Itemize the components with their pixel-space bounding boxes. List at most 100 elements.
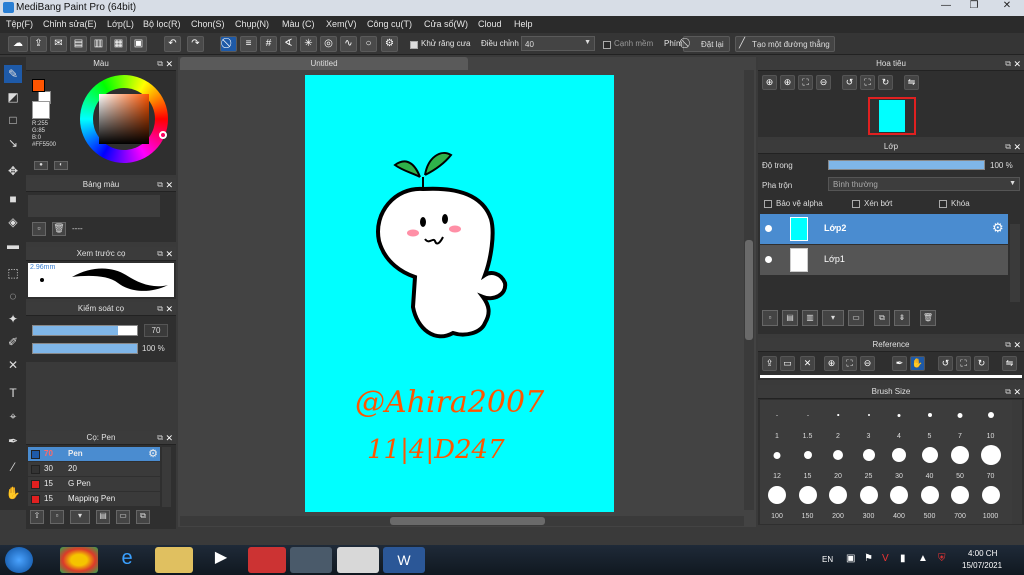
canvas-horizontal-scrollbar[interactable]: [180, 516, 744, 526]
brush-tool-icon[interactable]: ✎: [4, 65, 22, 83]
menu-file[interactable]: Tệp(F): [6, 19, 33, 29]
hand-icon[interactable]: ✋: [910, 356, 925, 371]
text-tool-icon[interactable]: T: [4, 384, 22, 402]
brush-size-value[interactable]: 70: [144, 324, 168, 337]
network-icon[interactable]: ▮: [900, 553, 906, 564]
brush-size-option[interactable]: 500: [916, 483, 944, 520]
lasso-tool-icon[interactable]: ◌: [4, 287, 22, 305]
close-icon[interactable]: ✕: [165, 247, 173, 261]
cloud-icon[interactable]: ☁: [8, 36, 28, 52]
close-icon[interactable]: ✕: [1013, 338, 1021, 352]
blur-tool-icon[interactable]: ↘: [4, 134, 22, 152]
menu-capture[interactable]: Chụp(N): [235, 19, 269, 29]
detach-icon[interactable]: ⧉: [157, 178, 163, 192]
new-halftone-layer-icon[interactable]: ▤: [782, 310, 798, 326]
flip-icon[interactable]: ⇋: [904, 75, 919, 90]
start-button[interactable]: [5, 547, 33, 573]
brush-list-item[interactable]: 70 Pen ⚙: [28, 447, 160, 461]
detach-icon[interactable]: ⧉: [1005, 338, 1011, 352]
visibility-eye-icon[interactable]: [765, 256, 772, 263]
brush-menu-icon[interactable]: ▾: [70, 510, 90, 524]
eraser-tool-icon[interactable]: ◩: [4, 88, 22, 106]
brush-folder-icon[interactable]: ▭: [116, 510, 130, 524]
detach-icon[interactable]: ⧉: [157, 431, 163, 445]
zoom-in-icon[interactable]: ⊕: [780, 75, 795, 90]
ie-taskbar-icon[interactable]: e: [108, 547, 146, 573]
divide-tool-icon[interactable]: ⌖: [4, 407, 22, 425]
new-layer-icon[interactable]: ▫: [762, 310, 778, 326]
share-icon[interactable]: ⇪: [30, 36, 47, 52]
brush-size-option[interactable]: 700: [946, 483, 974, 520]
menu-cloud[interactable]: Cloud: [478, 19, 502, 29]
zoom-out-icon[interactable]: ⊖: [816, 75, 831, 90]
shield-icon[interactable]: ⛨: [938, 553, 946, 564]
close-icon[interactable]: ✕: [165, 178, 173, 192]
import-icon[interactable]: ⇪: [762, 356, 777, 371]
color-add-icon[interactable]: ●: [34, 161, 48, 170]
close-icon[interactable]: ✕: [1013, 57, 1021, 71]
create-line-button[interactable]: ╱ Tạo một đường thẳng: [735, 36, 835, 52]
maximize-button[interactable]: ❐: [963, 0, 985, 14]
new-palette-icon[interactable]: ▫: [32, 222, 46, 236]
palette-area[interactable]: [28, 195, 160, 217]
page-icon[interactable]: ▤: [70, 36, 87, 52]
trash-icon[interactable]: 🗑: [52, 222, 66, 236]
brush-size-option[interactable]: 1: [763, 403, 791, 440]
close-icon[interactable]: ✕: [800, 356, 815, 371]
drawing-canvas[interactable]: @Ahira2007 11|4|D247: [305, 75, 614, 512]
layer-add-menu-icon[interactable]: ▾: [822, 310, 844, 326]
fit-screen-icon[interactable]: ⛶: [956, 356, 971, 371]
redo-icon[interactable]: ↷: [187, 36, 204, 52]
gradient-tool-icon[interactable]: ▬: [4, 236, 22, 254]
menu-color[interactable]: Màu (C): [282, 19, 315, 29]
clock-date[interactable]: 15/07/2021: [962, 561, 1002, 570]
brush-settings-icon[interactable]: ▤: [96, 510, 110, 524]
brush-size-option[interactable]: 12: [763, 443, 791, 480]
comment-icon[interactable]: ✉: [50, 36, 67, 52]
language-indicator[interactable]: EN: [822, 555, 833, 564]
select-eraser-tool-icon[interactable]: ✕: [4, 356, 22, 374]
layout-icon[interactable]: ▦: [110, 36, 127, 52]
brush-opacity-slider[interactable]: [32, 343, 138, 354]
layer-opacity-slider[interactable]: [828, 160, 985, 170]
clock-time[interactable]: 4:00 CH: [968, 549, 997, 558]
brush-size-option[interactable]: 25: [855, 443, 883, 480]
snap-grid-icon[interactable]: #: [260, 36, 277, 52]
detach-icon[interactable]: ⧉: [1005, 385, 1011, 399]
brush-size-slider[interactable]: [32, 325, 138, 336]
brush-size-option[interactable]: 150: [794, 483, 822, 520]
brush-size-option[interactable]: 4: [885, 403, 913, 440]
menu-help[interactable]: Help: [514, 19, 533, 29]
rotate-right-icon[interactable]: ↻: [878, 75, 893, 90]
gear-icon[interactable]: ⚙: [992, 220, 1004, 236]
media-taskbar-icon[interactable]: ▶: [202, 547, 240, 573]
zoom-out-icon[interactable]: ⊖: [860, 356, 875, 371]
close-icon[interactable]: ✕: [165, 57, 173, 71]
menu-window[interactable]: Cửa số(W): [424, 19, 468, 29]
snap-ellipse-icon[interactable]: ○: [360, 36, 377, 52]
brush-size-option[interactable]: 2: [824, 403, 852, 440]
lock-checkbox[interactable]: [939, 200, 947, 208]
menu-layer[interactable]: Lớp(L): [107, 19, 134, 29]
tray-icon[interactable]: ▣: [846, 553, 855, 564]
brush-size-option[interactable]: 200: [824, 483, 852, 520]
layer-row[interactable]: Lớp1: [760, 245, 1008, 275]
fit-icon[interactable]: ⛶: [798, 75, 813, 90]
rotate-right-icon[interactable]: ↻: [974, 356, 989, 371]
hand-tool-icon[interactable]: ✋: [4, 484, 22, 502]
dot-tool-icon[interactable]: □: [4, 111, 22, 129]
brush-list-item[interactable]: 15 G Pen: [28, 477, 160, 491]
fit-icon[interactable]: ⛶: [842, 356, 857, 371]
close-icon[interactable]: ✕: [1013, 385, 1021, 399]
brush-size-option[interactable]: 30: [885, 443, 913, 480]
brush-size-option[interactable]: 1000: [977, 483, 1005, 520]
explorer-taskbar-icon[interactable]: [155, 547, 193, 573]
brush-size-scrollbar[interactable]: [1012, 400, 1022, 524]
layer-row[interactable]: Lớp2 ⚙: [760, 214, 1008, 244]
brush-size-option[interactable]: 300: [855, 483, 883, 520]
close-icon[interactable]: ✕: [1013, 140, 1021, 154]
frame-icon[interactable]: ▣: [130, 36, 147, 52]
menu-tools[interactable]: Công cụ(T): [367, 19, 412, 29]
protect-alpha-checkbox[interactable]: [764, 200, 772, 208]
snap-radial-icon[interactable]: ✳: [300, 36, 317, 52]
